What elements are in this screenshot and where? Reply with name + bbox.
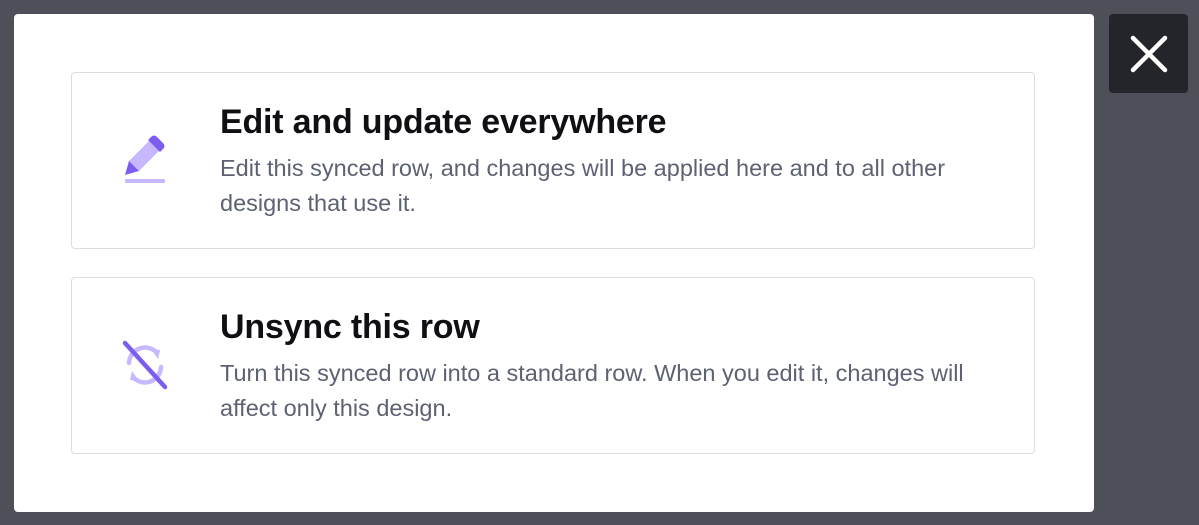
pencil-icon: [120, 130, 170, 186]
unsync-icon: [120, 337, 170, 393]
option-title: Edit and update everywhere: [220, 103, 667, 141]
option-title: Unsync this row: [220, 308, 480, 346]
sync-options-dialog: Edit and update everywhere Edit this syn…: [14, 14, 1094, 512]
close-button[interactable]: [1109, 14, 1188, 93]
unsync-row-option[interactable]: Unsync this row Turn this synced row int…: [71, 277, 1035, 454]
option-description: Edit this synced row, and changes will b…: [220, 155, 946, 216]
option-description: Turn this synced row into a standard row…: [220, 360, 964, 421]
close-icon: [1129, 34, 1169, 74]
edit-everywhere-option[interactable]: Edit and update everywhere Edit this syn…: [71, 72, 1035, 249]
